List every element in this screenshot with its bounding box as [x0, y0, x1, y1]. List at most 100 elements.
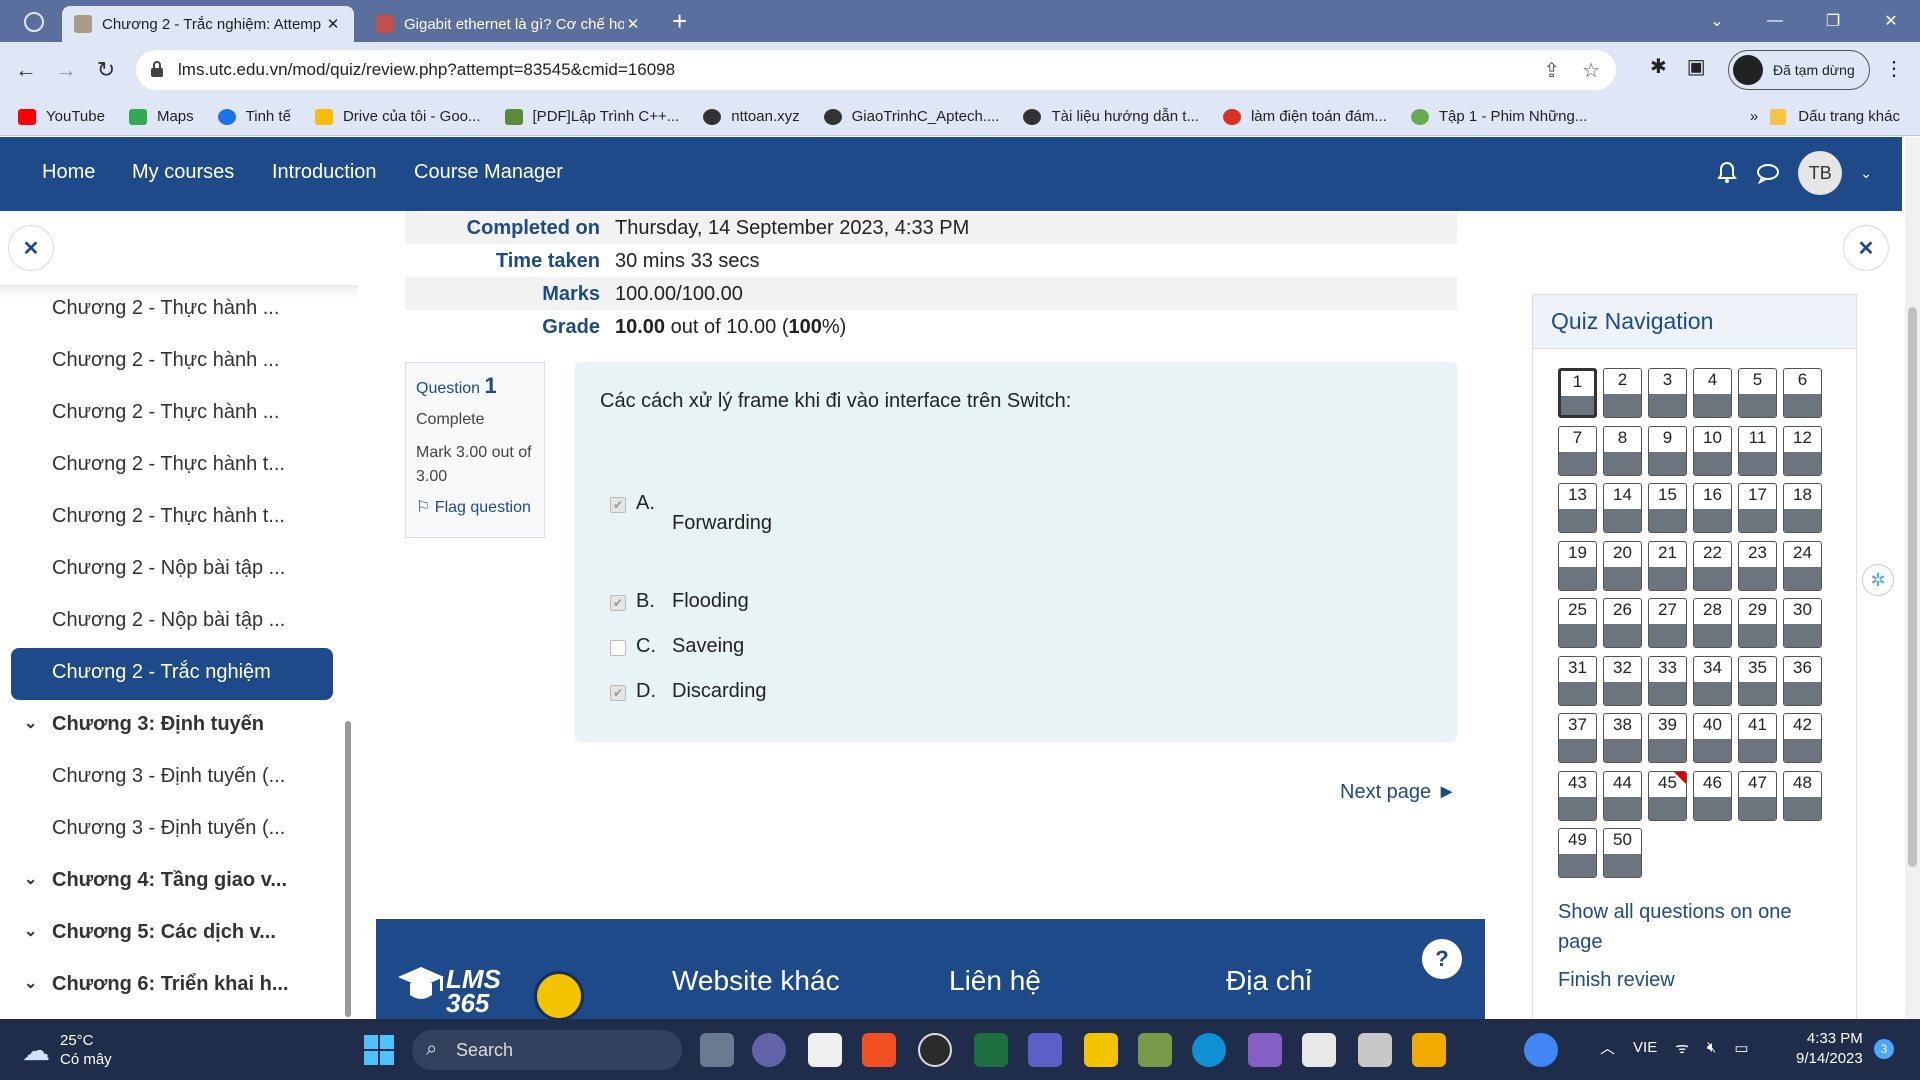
start-icon[interactable]	[364, 1035, 394, 1065]
assistant-icon[interactable]: ✲	[1862, 564, 1894, 596]
snipping-tool-icon[interactable]	[1302, 1033, 1336, 1067]
quiz-nav-button[interactable]: 15	[1648, 483, 1687, 533]
quiz-nav-button[interactable]: 48	[1783, 770, 1822, 821]
quiz-nav-button[interactable]: 13	[1558, 483, 1597, 533]
clock[interactable]: 4:33 PM 9/14/2023	[1796, 1029, 1863, 1069]
answer-checkbox-checked[interactable]: ✔	[610, 685, 626, 701]
quiz-nav-button[interactable]: 3	[1648, 368, 1687, 418]
app-icon[interactable]	[1138, 1033, 1172, 1067]
quiz-nav-button[interactable]: 19	[1558, 540, 1597, 591]
quiz-nav-button[interactable]: 18	[1783, 483, 1822, 533]
reload-icon[interactable]: ↻	[90, 54, 122, 86]
quiz-nav-button[interactable]: 44	[1603, 770, 1642, 821]
other-bookmarks[interactable]: Dấu trang khác	[1798, 108, 1900, 125]
quiz-nav-button[interactable]: 22	[1693, 540, 1732, 591]
sidebar-item[interactable]: Chương 3 - Định tuyến (...	[52, 817, 285, 840]
quiz-nav-button[interactable]: 14	[1603, 483, 1642, 533]
quiz-nav-button[interactable]: 9	[1648, 425, 1687, 476]
bookmark-tinhte[interactable]: Tinh tế	[217, 108, 291, 125]
notification-badge[interactable]: 3	[1874, 1039, 1894, 1059]
task-view-icon[interactable]	[700, 1033, 734, 1067]
weather-widget[interactable]: ☁ 25°C Có mây	[22, 1031, 112, 1069]
volume-icon[interactable]: 🔇︎	[1707, 1039, 1716, 1056]
sidebar-item[interactable]: Chương 3 - Định tuyến (...	[52, 765, 285, 788]
nav-course-manager[interactable]: Course Manager	[414, 161, 563, 184]
quiz-nav-button[interactable]: 10	[1693, 425, 1732, 476]
nav-home[interactable]: Home	[42, 161, 95, 184]
user-avatar[interactable]: TB	[1798, 151, 1843, 195]
taskbar-search[interactable]: ⌕ Search	[412, 1030, 682, 1070]
sidebar-scrollbar[interactable]	[345, 721, 351, 1017]
quiz-nav-button[interactable]: 30	[1783, 598, 1822, 648]
notepad-icon[interactable]	[808, 1033, 842, 1067]
quiz-nav-button[interactable]: 5	[1738, 368, 1777, 418]
answer-checkbox-checked[interactable]: ✔	[610, 497, 626, 513]
quiz-nav-button[interactable]: 45	[1648, 770, 1687, 821]
maximize-icon[interactable]: ❐	[1804, 0, 1862, 42]
meet-icon[interactable]	[752, 1033, 786, 1067]
quiz-nav-button[interactable]: 16	[1693, 483, 1732, 533]
sidebar-item[interactable]: Chương 2 - Nộp bài tập ...	[52, 609, 285, 632]
sidebar-section-6[interactable]: ⌄ Chương 6: Triển khai h...	[24, 973, 289, 996]
nav-my-courses[interactable]: My courses	[132, 161, 234, 184]
quiz-nav-button[interactable]: 43	[1558, 770, 1597, 821]
next-page-link[interactable]: Next page ►	[1340, 781, 1457, 804]
show-all-questions-link[interactable]: Show all questions on one page	[1558, 897, 1818, 957]
sidebar-section-5[interactable]: ⌄ Chương 5: Các dịch v...	[24, 921, 276, 944]
answer-checkbox-checked[interactable]: ✔	[610, 595, 626, 611]
tab-search-icon[interactable]	[24, 12, 44, 32]
dell-icon[interactable]	[918, 1033, 952, 1067]
sidebar-item[interactable]: Chương 2 - Thực hành ...	[52, 297, 279, 320]
help-button[interactable]: ?	[1420, 937, 1464, 981]
share-icon[interactable]: ⇪	[1543, 58, 1560, 83]
quiz-nav-button[interactable]: 32	[1603, 655, 1642, 706]
quiz-nav-button[interactable]: 34	[1693, 655, 1732, 706]
quiz-nav-button[interactable]: 7	[1558, 425, 1597, 476]
quiz-nav-button[interactable]: 26	[1603, 598, 1642, 648]
sidebar-section-3[interactable]: ⌄ Chương 3: Định tuyến	[24, 713, 264, 736]
quiz-nav-button[interactable]: 41	[1738, 713, 1777, 763]
wifi-icon[interactable]: ᯤ	[1675, 1038, 1689, 1058]
teams-icon[interactable]	[1028, 1033, 1062, 1067]
battery-icon[interactable]: ▭	[1734, 1039, 1748, 1057]
bookmark-nttoan[interactable]: nttoan.xyz	[703, 108, 800, 125]
bookmark-phim[interactable]: Tập 1 - Phim Những...	[1410, 108, 1587, 125]
show-hidden-icons-icon[interactable]: ︿	[1600, 1037, 1615, 1058]
close-drawer-icon[interactable]: ✕	[8, 225, 54, 271]
quiz-nav-button[interactable]: 8	[1603, 425, 1642, 476]
quiz-nav-button[interactable]: 38	[1603, 713, 1642, 763]
quiz-nav-button[interactable]: 33	[1648, 655, 1687, 706]
quiz-nav-button[interactable]: 4	[1693, 368, 1732, 418]
new-tab-icon[interactable]: +	[672, 6, 687, 37]
bookmark-tailieu[interactable]: Tài liệu hướng dẫn t...	[1023, 108, 1199, 125]
store-icon[interactable]	[862, 1033, 896, 1067]
quiz-nav-button[interactable]: 23	[1738, 540, 1777, 591]
bookmark-star-icon[interactable]: ☆	[1582, 58, 1600, 83]
side-panel-icon[interactable]: ▣	[1687, 54, 1706, 79]
quiz-nav-button[interactable]: 49	[1558, 828, 1597, 878]
excel-icon[interactable]	[974, 1033, 1008, 1067]
quiz-nav-button[interactable]: 25	[1558, 598, 1597, 648]
bookmark-pdf[interactable]: [PDF]Lập Trình C++...	[504, 108, 679, 125]
quiz-nav-button[interactable]: 46	[1693, 770, 1732, 821]
quiz-nav-button[interactable]: 35	[1738, 655, 1777, 706]
bookmark-giaotrinh[interactable]: GiaoTrinhC_Aptech....	[823, 108, 999, 125]
bookmark-cloud[interactable]: làm điện toán đám...	[1222, 108, 1387, 125]
flag-question-link[interactable]: ⚐ Flag question	[416, 497, 534, 517]
quiz-nav-button[interactable]: 50	[1603, 828, 1642, 878]
visual-studio-icon[interactable]	[1248, 1033, 1282, 1067]
quiz-nav-button[interactable]: 12	[1783, 425, 1822, 476]
quiz-nav-button[interactable]: 42	[1783, 713, 1822, 763]
close-window-icon[interactable]: ✕	[1862, 0, 1920, 42]
sidebar-item-active[interactable]: Chương 2 - Trắc nghiệm	[52, 661, 271, 684]
message-icon[interactable]	[1756, 162, 1780, 184]
tab-gigabit[interactable]: Gigabit ethernet là gì? Cơ chế ho ✕	[364, 6, 654, 42]
quiz-nav-button[interactable]: 37	[1558, 713, 1597, 763]
close-tab-icon[interactable]: ✕	[324, 15, 342, 33]
answer-checkbox[interactable]	[610, 640, 626, 656]
back-icon[interactable]: ←	[10, 54, 42, 86]
bell-icon[interactable]	[1716, 161, 1738, 185]
sidebar-item[interactable]: Chương 2 - Thực hành t...	[52, 505, 285, 528]
close-tab-icon[interactable]: ✕	[624, 15, 642, 33]
quiz-nav-button[interactable]: 21	[1648, 540, 1687, 591]
